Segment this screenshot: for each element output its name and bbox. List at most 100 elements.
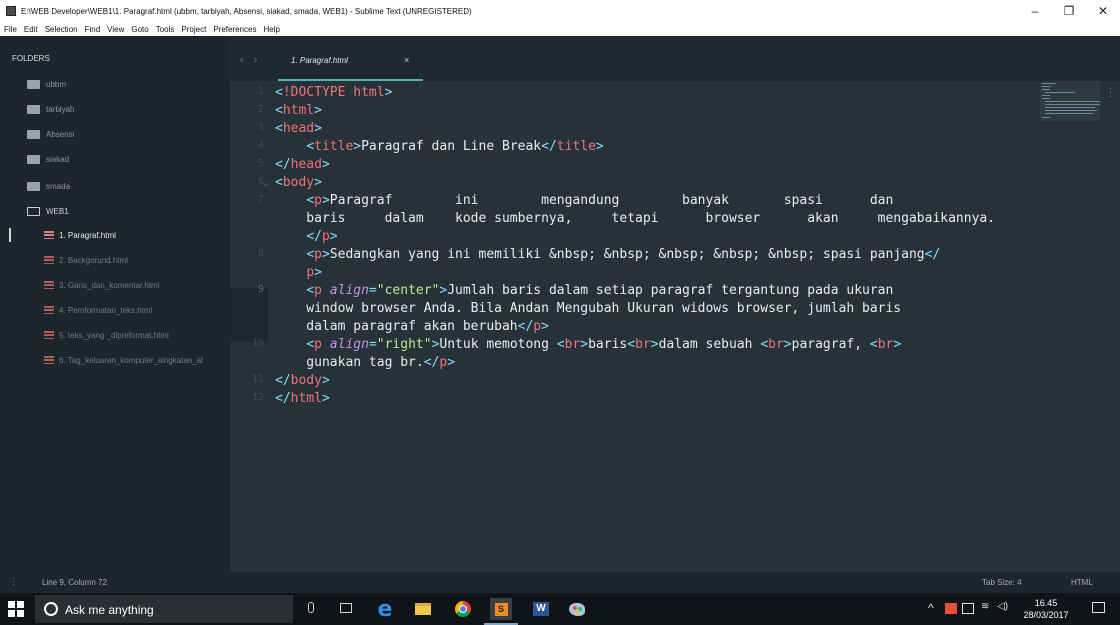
minimap[interactable]	[1040, 81, 1100, 121]
windows-taskbar: Ask me anything e S W ^ ≋ ◁) 16.45 28/03…	[0, 593, 1120, 625]
menu-find[interactable]: Find	[85, 25, 101, 34]
tray-app-icon[interactable]	[945, 603, 957, 614]
notification-center-icon[interactable]	[1092, 602, 1105, 613]
cortana-search-box[interactable]: Ask me anything	[35, 595, 293, 623]
sidebar-file-tag-keluaran[interactable]: 6. Tag_keluaran_komputer_singkatan_al	[0, 352, 230, 368]
file-icon	[44, 356, 54, 364]
code-line: <p>Paragraf ini mengandung banyak spasi …	[306, 193, 894, 208]
folder-icon	[27, 104, 40, 114]
menu-tools[interactable]: Tools	[156, 25, 175, 34]
clock-time: 16.45	[1034, 598, 1058, 608]
close-button[interactable]: ✕	[1086, 0, 1120, 22]
paint-icon[interactable]	[566, 598, 588, 620]
sidebar-folder-tarbiyah[interactable]: tarbiyah	[0, 101, 230, 117]
file-label: 1. Paragraf.html	[59, 230, 116, 240]
line-number: 2	[257, 104, 264, 115]
volume-icon[interactable]: ◁)	[997, 601, 1008, 612]
folders-header: FOLDERS	[12, 54, 50, 63]
code-line: window browser Anda. Bila Andan Mengubah…	[275, 301, 902, 316]
folder-icon	[27, 181, 40, 191]
tab-label: 1. Paragraf.html	[291, 56, 348, 65]
sidebar-folder-smada[interactable]: smada	[0, 178, 230, 194]
sidebar-folder-absensi[interactable]: Absensi	[0, 126, 230, 142]
menu-preferences[interactable]: Preferences	[213, 25, 256, 34]
show-hidden-icons-chevron-icon[interactable]: ^	[928, 601, 934, 615]
sidebar-file-pemformatan[interactable]: 4. Pemformatan_teks.html	[0, 302, 230, 318]
search-placeholder: Ask me anything	[65, 603, 154, 617]
menu-project[interactable]: Project	[181, 25, 206, 34]
file-icon	[44, 331, 54, 339]
more-options-icon[interactable]: · · ·	[1100, 81, 1120, 572]
menu-bar: File Edit Selection Find View Goto Tools…	[0, 22, 1120, 36]
sidebar-folder-web1[interactable]: WEB1	[0, 203, 230, 219]
title-bar: E:\WEB Developer\WEB1\1. Paragraf.html (…	[0, 0, 1120, 22]
code-line: baris dalam kode sumbernya, tetapi brows…	[275, 211, 996, 226]
fold-arrow-icon[interactable]: ﹀	[262, 182, 270, 193]
sidebar-folder-ubbm[interactable]: ubbm	[0, 76, 230, 92]
file-label: 6. Tag_keluaran_komputer_singkatan_al	[59, 355, 203, 365]
line-number: 9	[257, 284, 264, 295]
file-label: 4. Pemformatan_teks.html	[59, 305, 153, 315]
file-explorer-icon[interactable]	[412, 598, 434, 620]
microphone-icon[interactable]	[308, 602, 314, 613]
folder-icon	[27, 129, 40, 139]
line-number: 11	[251, 374, 264, 385]
sublime-text-taskbar-icon[interactable]: S	[484, 598, 518, 625]
file-icon	[44, 306, 54, 314]
tab-paragraf[interactable]: 1. Paragraf.html ×	[278, 51, 423, 81]
sidebar: FOLDERS ubbm tarbiyah Absensi siakad sma…	[0, 36, 230, 572]
menu-goto[interactable]: Goto	[131, 25, 148, 34]
menu-file[interactable]: File	[4, 25, 17, 34]
sidebar-file-dipreformat[interactable]: 5. teks_yang _dipreformat.html	[0, 327, 230, 343]
tab-nav-arrows-icon[interactable]: ‹›	[240, 54, 267, 66]
line-number: 10	[251, 338, 264, 349]
sidebar-file-paragraf[interactable]: 1. Paragraf.html	[0, 227, 230, 243]
wifi-icon[interactable]: ≋	[981, 601, 989, 612]
status-bar: · · · Line 9, Column 72 Tab Size: 4 HTML	[0, 572, 1120, 593]
tab-size-indicator[interactable]: Tab Size: 4	[982, 578, 1022, 587]
line-number: 7	[257, 194, 264, 205]
folder-icon	[27, 79, 40, 89]
folder-label: siakad	[46, 154, 70, 164]
syntax-indicator[interactable]: HTML	[1071, 578, 1093, 587]
maximize-button[interactable]: ❐	[1052, 0, 1086, 22]
code-line: <body>	[275, 175, 322, 190]
code-editor[interactable]: 1 2 3 4 5 6 7 8 9 10 11 12 ﹀ <!DOCTYPE html> <html>…	[230, 81, 1120, 572]
folder-label: Absensi	[46, 129, 75, 139]
line-number: 6	[257, 176, 264, 187]
tab-close-icon[interactable]: ×	[404, 55, 409, 65]
sidebar-file-backgorund[interactable]: 2. Backgorund.html	[0, 252, 230, 268]
code-line: <p align="center">Jumlah baris dalam set…	[306, 283, 894, 298]
code-line: <!DOCTYPE html>	[275, 85, 393, 100]
menu-selection[interactable]: Selection	[45, 25, 78, 34]
cursor-position: Line 9, Column 72	[42, 578, 107, 587]
panel-toggle-icon[interactable]: · · ·	[12, 574, 15, 589]
file-label: 2. Backgorund.html	[59, 255, 128, 265]
file-icon	[44, 256, 54, 264]
clock-date: 28/03/2017	[1023, 610, 1069, 620]
chrome-icon[interactable]	[452, 598, 474, 620]
menu-help[interactable]: Help	[263, 25, 279, 34]
code-line: gunakan tag br.</p>	[275, 355, 456, 370]
task-view-icon[interactable]	[340, 603, 352, 613]
sidebar-folder-siakad[interactable]: siakad	[0, 151, 230, 167]
menu-edit[interactable]: Edit	[24, 25, 38, 34]
clock[interactable]: 16.45 28/03/2017	[1020, 597, 1072, 621]
windows-start-icon[interactable]	[8, 601, 24, 617]
input-method-icon[interactable]	[962, 603, 974, 614]
internet-explorer-icon[interactable]: e	[374, 597, 396, 622]
minimize-button[interactable]: –	[1018, 0, 1052, 22]
sidebar-file-garis[interactable]: 3. Garis_dan_komentar.html	[0, 277, 230, 293]
word-icon[interactable]: W	[530, 598, 552, 620]
file-label: 3. Garis_dan_komentar.html	[59, 280, 160, 290]
line-number: 8	[257, 248, 264, 259]
folder-label: smada	[46, 181, 71, 191]
window-title: E:\WEB Developer\WEB1\1. Paragraf.html (…	[21, 6, 472, 16]
menu-view[interactable]: View	[107, 25, 124, 34]
code-line: p>	[306, 265, 322, 280]
window-controls: – ❐ ✕	[1018, 0, 1120, 22]
code-line: <p>Sedangkan yang ini memiliki &nbsp; &n…	[306, 247, 941, 262]
code-line: <title>Paragraf dan Line Break</title>	[306, 139, 604, 154]
open-folder-icon	[27, 206, 40, 216]
code-line: <head>	[275, 121, 322, 136]
